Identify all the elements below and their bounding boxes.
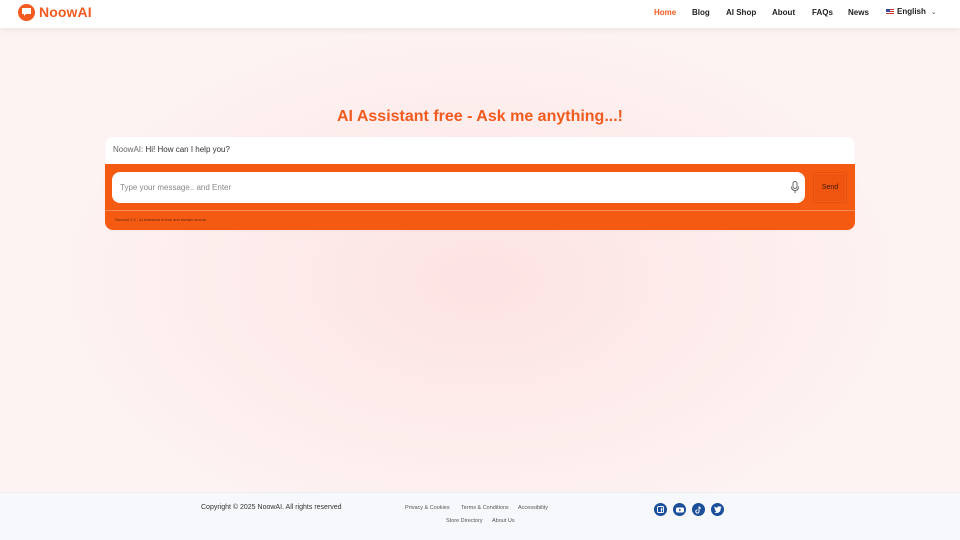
nav-faqs[interactable]: FAQs — [812, 8, 833, 17]
divider — [105, 210, 855, 211]
chevron-down-icon: ⌄ — [930, 8, 937, 16]
nav-home[interactable]: Home — [654, 8, 676, 17]
logo[interactable]: NoowAI — [18, 3, 92, 21]
logo-text: NoowAI — [39, 4, 92, 20]
footer-link-about-us[interactable]: About Us — [492, 518, 515, 524]
disclaimer-text: NoowAI 2.0 - AI Assistant is free and al… — [115, 217, 207, 222]
send-button[interactable]: Send — [813, 172, 847, 203]
bot-name: NoowAI: — [113, 145, 144, 154]
chat-bubble-icon — [18, 3, 35, 21]
message-input[interactable] — [120, 177, 780, 198]
message-input-wrapper — [112, 172, 805, 203]
nav-blog[interactable]: Blog — [692, 8, 710, 17]
nav-ai-shop[interactable]: AI Shop — [726, 8, 756, 17]
microphone-icon[interactable] — [790, 181, 800, 194]
twitter-icon[interactable] — [711, 503, 724, 516]
bot-greeting: Hi! How can I help you? — [145, 145, 230, 154]
us-flag-icon — [886, 8, 894, 15]
footer-link-store-directory[interactable]: Store Directory — [446, 518, 483, 524]
nav-about[interactable]: About — [772, 8, 795, 17]
language-selector[interactable]: English ⌄ — [886, 7, 937, 16]
chat-input-bar: Send NoowAI 2.0 - AI Assistant is free a… — [105, 164, 855, 230]
page-title: AI Assistant free - Ask me anything...! — [337, 108, 623, 125]
chat-widget: NoowAI: Hi! How can I help you? Send Noo… — [105, 137, 855, 230]
facebook-icon[interactable] — [654, 503, 667, 516]
footer-link-privacy[interactable]: Privacy & Cookies — [405, 505, 450, 511]
chat-message: NoowAI: Hi! How can I help you? — [105, 137, 855, 164]
social-links — [654, 503, 730, 516]
site-footer: Copyright © 2025 NoowAI. All rights rese… — [0, 492, 960, 540]
footer-link-accessibility[interactable]: Accessibility — [518, 505, 548, 511]
youtube-icon[interactable] — [673, 503, 686, 516]
footer-link-terms[interactable]: Terms & Conditions — [461, 505, 509, 511]
language-label: English — [897, 7, 926, 16]
tiktok-icon[interactable] — [692, 503, 705, 516]
nav-news[interactable]: News — [848, 8, 869, 17]
background — [0, 30, 960, 492]
copyright-text: Copyright © 2025 NoowAI. All rights rese… — [201, 504, 342, 511]
site-header: NoowAI Home Blog AI Shop About FAQs News… — [0, 0, 960, 28]
